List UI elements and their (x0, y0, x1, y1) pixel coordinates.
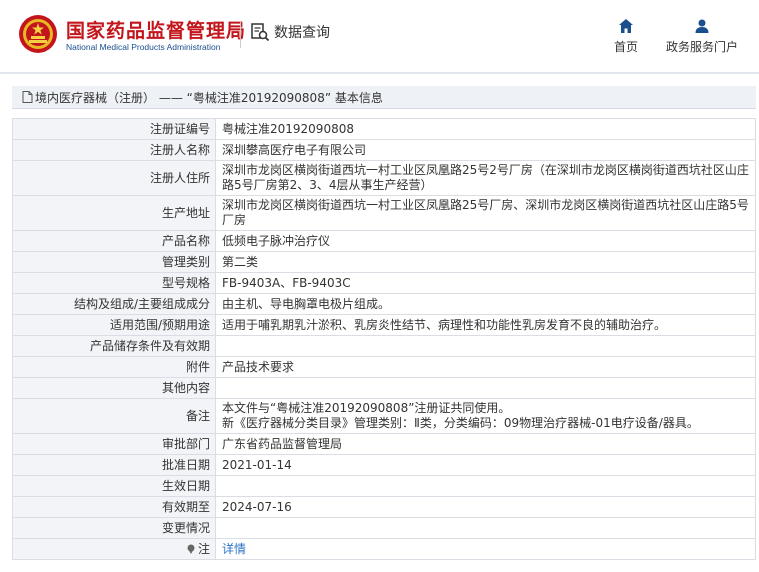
field-label: 产品储存条件及有效期 (12, 335, 216, 357)
table-row: 生产地址 深圳市龙岗区横岗街道西坑一村工业区凤凰路25号厂房、深圳市龙岗区横岗街道… (12, 195, 756, 231)
field-label: 有效期至 (12, 496, 216, 518)
table-row: 有效期至 2024-07-16 (12, 496, 756, 518)
field-value: 深圳市龙岗区横岗街道西坑一村工业区凤凰路25号2号厂房（在深圳市龙岗区横岗街道西… (215, 160, 756, 196)
field-label: 生效日期 (12, 475, 216, 497)
nav-home-label: 首页 (614, 40, 639, 54)
nav-service-label: 政务服务门户 (666, 40, 739, 54)
table-row: 结构及组成/主要组成成分 由主机、导电胸罩电极片组成。 (12, 293, 756, 315)
table-row: 注册人名称 深圳攀高医疗电子有限公司 (12, 139, 756, 161)
details-link[interactable]: 详情 (222, 542, 246, 556)
data-query-icon (251, 23, 270, 42)
field-value: 产品技术要求 (215, 356, 756, 378)
site-header: 国家药品监督管理局 National Medical Products Admi… (0, 0, 759, 74)
field-value: 第二类 (215, 251, 756, 273)
field-label: 附件 (12, 356, 216, 378)
field-value: 广东省药品监督管理局 (215, 433, 756, 455)
remark-line-2: 新《医疗器械分类目录》管理类别：Ⅱ类，分类编码：09物理治疗器械-01电疗设备/… (222, 416, 699, 430)
table-row: 注册证编号 粤械注准20192090808 (12, 118, 756, 140)
brand-subtitle: National Medical Products Administration (66, 42, 221, 52)
table-row: 备注 本文件与“粤械注准20192090808”注册证共同使用。 新《医疗器械分类目… (12, 398, 756, 434)
user-icon (695, 19, 709, 33)
note-label: 注 (197, 541, 210, 556)
field-label: 备注 (12, 398, 216, 434)
document-icon (22, 91, 33, 103)
nav-service-portal-button[interactable]: 政务服务门户 (666, 18, 738, 55)
table-row: 产品名称 低频电子脉冲治疗仪 (12, 230, 756, 252)
nav-home-button[interactable]: 首页 (614, 18, 638, 55)
field-value: 粤械注准20192090808 (215, 118, 756, 140)
table-row: 注 详情 (12, 538, 756, 560)
field-value (215, 517, 756, 539)
field-label: 型号规格 (12, 272, 216, 294)
field-label: 审批部门 (12, 433, 216, 455)
breadcrumb-text: 境内医疗器械（注册） —— “粤械注准20192090808” 基本信息 (35, 90, 383, 105)
field-label: 适用范围/预期用途 (12, 314, 216, 336)
field-label: 管理类别 (12, 251, 216, 273)
field-value: 2021-01-14 (215, 454, 756, 476)
field-value: 适用于哺乳期乳汁淤积、乳房炎性结节、病理性和功能性乳房发育不良的辅助治疗。 (215, 314, 756, 336)
field-value: 深圳攀高医疗电子有限公司 (215, 139, 756, 161)
breadcrumb: 境内医疗器械（注册） —— “粤械注准20192090808” 基本信息 (12, 86, 756, 109)
data-query-link[interactable]: 数据查询 (250, 22, 330, 42)
table-row: 审批部门 广东省药品监督管理局 (12, 433, 756, 455)
table-row: 其他内容 (12, 377, 756, 399)
field-label: 其他内容 (12, 377, 216, 399)
field-label: 注册人名称 (12, 139, 216, 161)
field-value (215, 475, 756, 497)
remark-line-1: 本文件与“粤械注准20192090808”注册证共同使用。 (222, 401, 511, 415)
field-value: 2024-07-16 (215, 496, 756, 518)
table-row: 适用范围/预期用途 适用于哺乳期乳汁淤积、乳房炎性结节、病理性和功能性乳房发育不良… (12, 314, 756, 336)
note-value-cell: 详情 (215, 538, 756, 560)
national-emblem-icon[interactable] (18, 14, 58, 54)
table-row: 产品储存条件及有效期 (12, 335, 756, 357)
table-row: 生效日期 (12, 475, 756, 497)
table-row: 附件 产品技术要求 (12, 356, 756, 378)
header-divider (240, 22, 241, 48)
field-value (215, 335, 756, 357)
data-query-label: 数据查询 (274, 25, 330, 41)
field-label: 变更情况 (12, 517, 216, 539)
table-row: 注册人住所 深圳市龙岗区横岗街道西坑一村工业区凤凰路25号2号厂房（在深圳市龙岗区… (12, 160, 756, 196)
pin-icon (187, 544, 195, 554)
field-label: 注册人住所 (12, 160, 216, 196)
field-value: 本文件与“粤械注准20192090808”注册证共同使用。 新《医疗器械分类目录》… (215, 398, 756, 434)
registration-info-table: 注册证编号 粤械注准20192090808 注册人名称 深圳攀高医疗电子有限公司 注… (12, 118, 756, 560)
field-label: 注册证编号 (12, 118, 216, 140)
field-value: FB-9403A、FB-9403C (215, 272, 756, 294)
table-row: 管理类别 第二类 (12, 251, 756, 273)
brand-title: 国家药品监督管理局 (66, 20, 247, 42)
field-value: 低频电子脉冲治疗仪 (215, 230, 756, 252)
note-label-cell: 注 (12, 538, 216, 560)
field-label: 产品名称 (12, 230, 216, 252)
table-row: 变更情况 (12, 517, 756, 539)
field-label: 批准日期 (12, 454, 216, 476)
field-value (215, 377, 756, 399)
table-row: 型号规格 FB-9403A、FB-9403C (12, 272, 756, 294)
table-row: 批准日期 2021-01-14 (12, 454, 756, 476)
home-icon (619, 19, 633, 33)
field-label: 结构及组成/主要组成成分 (12, 293, 216, 315)
field-label: 生产地址 (12, 195, 216, 231)
field-value: 由主机、导电胸罩电极片组成。 (215, 293, 756, 315)
field-value: 深圳市龙岗区横岗街道西坑一村工业区凤凰路25号厂房、深圳市龙岗区横岗街道西坑社区… (215, 195, 756, 231)
